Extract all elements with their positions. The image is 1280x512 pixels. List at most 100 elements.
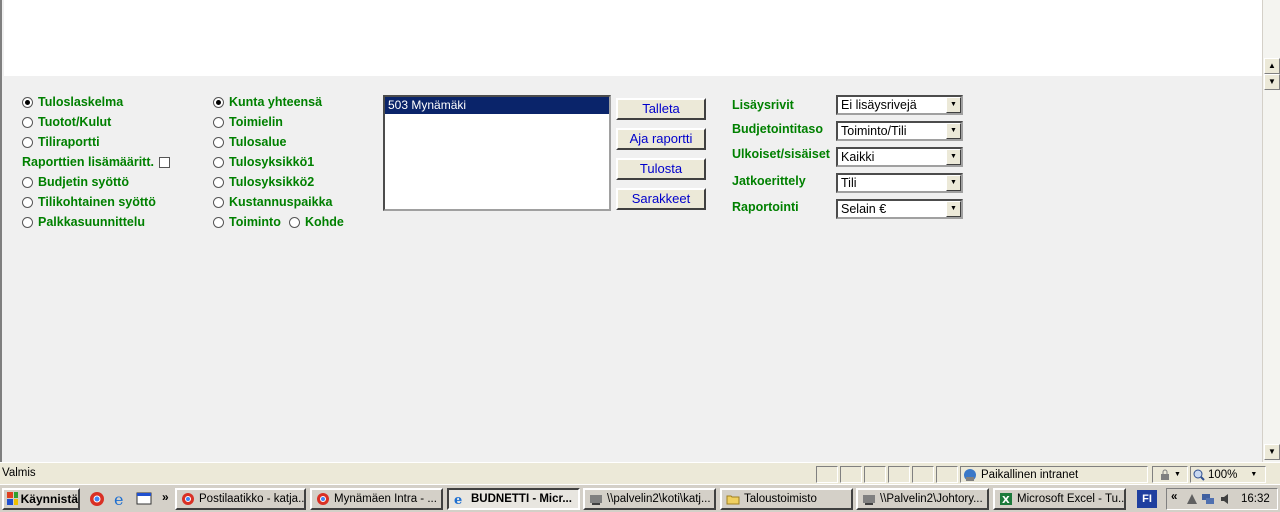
radio-button[interactable] — [213, 116, 224, 128]
radio-button[interactable] — [22, 176, 33, 188]
radio-tilikohtainen-syotto[interactable]: Tilikohtainen syöttö — [22, 193, 156, 211]
radio-label: Tulosalue — [229, 135, 287, 149]
radio-button[interactable] — [22, 96, 33, 108]
radio-label: Tulosyksikkö1 — [229, 155, 315, 169]
tray-expand-icon[interactable]: « — [1171, 491, 1177, 503]
taskbar-item-label: \\palvelin2\koti\katj... — [607, 493, 711, 505]
radio-button[interactable] — [213, 136, 224, 148]
radio-kustannuspaikka[interactable]: Kustannuspaikka — [213, 193, 333, 211]
radio-budjetin-syotto[interactable]: Budjetin syöttö — [22, 173, 129, 191]
radio-button[interactable] — [213, 156, 224, 168]
radio-palkkasuunnittelu[interactable]: Palkkasuunnittelu — [22, 213, 145, 231]
radio-toiminto[interactable]: Toiminto — [213, 213, 281, 231]
radio-label: Tuloslaskelma — [38, 95, 124, 109]
taskbar-item-label: BUDNETTI - Micr... — [471, 493, 572, 505]
scroll-down-button[interactable]: ▼ — [1264, 444, 1280, 460]
status-pane — [840, 466, 862, 483]
radio-label: Toimielin — [229, 115, 283, 129]
dropdown-arrow-icon[interactable]: ▼ — [946, 201, 961, 217]
taskbar-item[interactable]: \\Palvelin2\Johtory... — [856, 488, 989, 510]
radio-kohde[interactable]: Kohde — [289, 213, 344, 231]
select-value: Tili — [841, 176, 857, 190]
radio-tulosyksikko2[interactable]: Tulosyksikkö2 — [213, 173, 314, 191]
radio-label: Budjetin syöttö — [38, 175, 129, 189]
radio-button[interactable] — [22, 116, 33, 128]
label-budjetointitaso: Budjetointitaso — [732, 122, 823, 136]
security-zone-pane[interactable]: Paikallinen intranet — [960, 466, 1148, 483]
taskbar-item[interactable]: \\palvelin2\koti\katj... — [583, 488, 716, 510]
radio-tulosyksikko1[interactable]: Tulosyksikkö1 — [213, 153, 314, 171]
radio-label: Tilikohtainen syöttö — [38, 195, 156, 209]
vertical-scrollbar[interactable]: ▲ ▼ ▼ — [1262, 0, 1280, 462]
windows-logo-icon — [7, 492, 18, 505]
volume-icon[interactable] — [1219, 492, 1233, 506]
select-budjetointitaso[interactable]: Toiminto/Tili ▼ — [836, 121, 963, 141]
radio-button[interactable] — [213, 176, 224, 188]
run-report-button[interactable]: Aja raportti — [616, 128, 706, 150]
radio-button[interactable] — [213, 216, 224, 228]
dropdown-arrow-icon[interactable]: ▼ — [946, 123, 961, 139]
save-button[interactable]: Talleta — [616, 98, 706, 120]
select-lisaysrivit[interactable]: Ei lisäysrivejä ▼ — [836, 95, 963, 115]
unit-listbox[interactable]: 503 Mynämäki — [383, 95, 611, 211]
radio-tuloslaskelma[interactable]: Tuloslaskelma — [22, 93, 123, 111]
network-icon[interactable] — [1201, 492, 1215, 506]
dropdown-arrow-icon[interactable]: ▼ — [946, 97, 961, 113]
taskbar-item[interactable]: Mynämäen Intra - ... — [310, 488, 443, 510]
lock-icon — [1161, 469, 1170, 480]
zoom-pane[interactable]: 100% ▼ — [1190, 466, 1266, 483]
page-header-area — [4, 0, 1264, 76]
radio-tiliraportti[interactable]: Tiliraportti — [22, 133, 100, 151]
svg-text:X: X — [1002, 495, 1010, 506]
columns-button[interactable]: Sarakkeet — [616, 188, 706, 210]
quicklaunch-overflow-icon[interactable]: » — [162, 490, 169, 504]
taskbar-item[interactable]: X Microsoft Excel - Tu... — [993, 488, 1126, 510]
chevron-down-icon: ▼ — [1250, 471, 1258, 478]
chrome-quicklaunch-icon[interactable] — [88, 490, 106, 508]
protected-mode-pane[interactable]: ▼ — [1152, 466, 1188, 483]
scroll-down-button-top[interactable]: ▼ — [1264, 74, 1280, 90]
start-button[interactable]: Käynnistä — [2, 488, 80, 510]
taskbar-item[interactable]: Taloustoimisto — [720, 488, 853, 510]
radio-kunta-yhteensa[interactable]: Kunta yhteensä — [213, 93, 322, 111]
system-tray: « 16:32 — [1166, 488, 1278, 510]
radio-button[interactable] — [289, 216, 300, 228]
radio-label: Kohde — [305, 215, 344, 229]
print-button[interactable]: Tulosta — [616, 158, 706, 180]
dropdown-arrow-icon[interactable]: ▼ — [946, 175, 961, 191]
chevron-down-icon: ▼ — [1174, 471, 1181, 478]
select-raportointi[interactable]: Selain € ▼ — [836, 199, 963, 219]
radio-tulosalue[interactable]: Tulosalue — [213, 133, 286, 151]
select-jatkoerittely[interactable]: Tili ▼ — [836, 173, 963, 193]
radio-button[interactable] — [22, 196, 33, 208]
network-folder-icon — [863, 495, 875, 505]
extra-definitions-checkbox[interactable] — [158, 156, 170, 168]
ie-quicklaunch-icon[interactable]: e — [112, 490, 130, 508]
status-pane — [936, 466, 958, 483]
radio-button[interactable] — [22, 136, 33, 148]
taskbar-item[interactable]: Postilaatikko - katja... — [175, 488, 306, 510]
radio-button[interactable] — [22, 216, 33, 228]
dropdown-arrow-icon[interactable]: ▼ — [946, 149, 961, 165]
taskbar-item-label: \\Palvelin2\Johtory... — [880, 493, 983, 505]
radio-label: Tiliraportti — [38, 135, 100, 149]
language-indicator[interactable]: FI — [1137, 490, 1157, 508]
extra-definitions[interactable]: Raporttien lisämääritt. — [22, 153, 170, 171]
radio-tuotot-kulut[interactable]: Tuotot/Kulut — [22, 113, 111, 131]
radio-button[interactable] — [213, 96, 224, 108]
listbox-item-selected[interactable]: 503 Mynämäki — [385, 97, 609, 114]
select-value: Selain € — [841, 202, 887, 216]
scroll-up-button[interactable]: ▲ — [1264, 58, 1280, 74]
radio-toimielin[interactable]: Toimielin — [213, 113, 283, 131]
taskbar-item-active[interactable]: e BUDNETTI - Micr... — [447, 488, 580, 510]
radio-label: Palkkasuunnittelu — [38, 215, 145, 229]
select-ulkoiset-sisaiset[interactable]: Kaikki ▼ — [836, 147, 963, 167]
radio-label: Toiminto — [229, 215, 281, 229]
show-desktop-icon[interactable] — [135, 490, 153, 508]
tray-app-icon[interactable] — [1185, 492, 1199, 506]
status-bar: Valmis Paikallinen intranet ▼ 100% ▼ — [0, 462, 1280, 484]
radio-button[interactable] — [213, 196, 224, 208]
folder-icon — [726, 495, 740, 505]
select-value: Kaikki — [841, 150, 875, 164]
svg-text:e: e — [114, 490, 123, 508]
